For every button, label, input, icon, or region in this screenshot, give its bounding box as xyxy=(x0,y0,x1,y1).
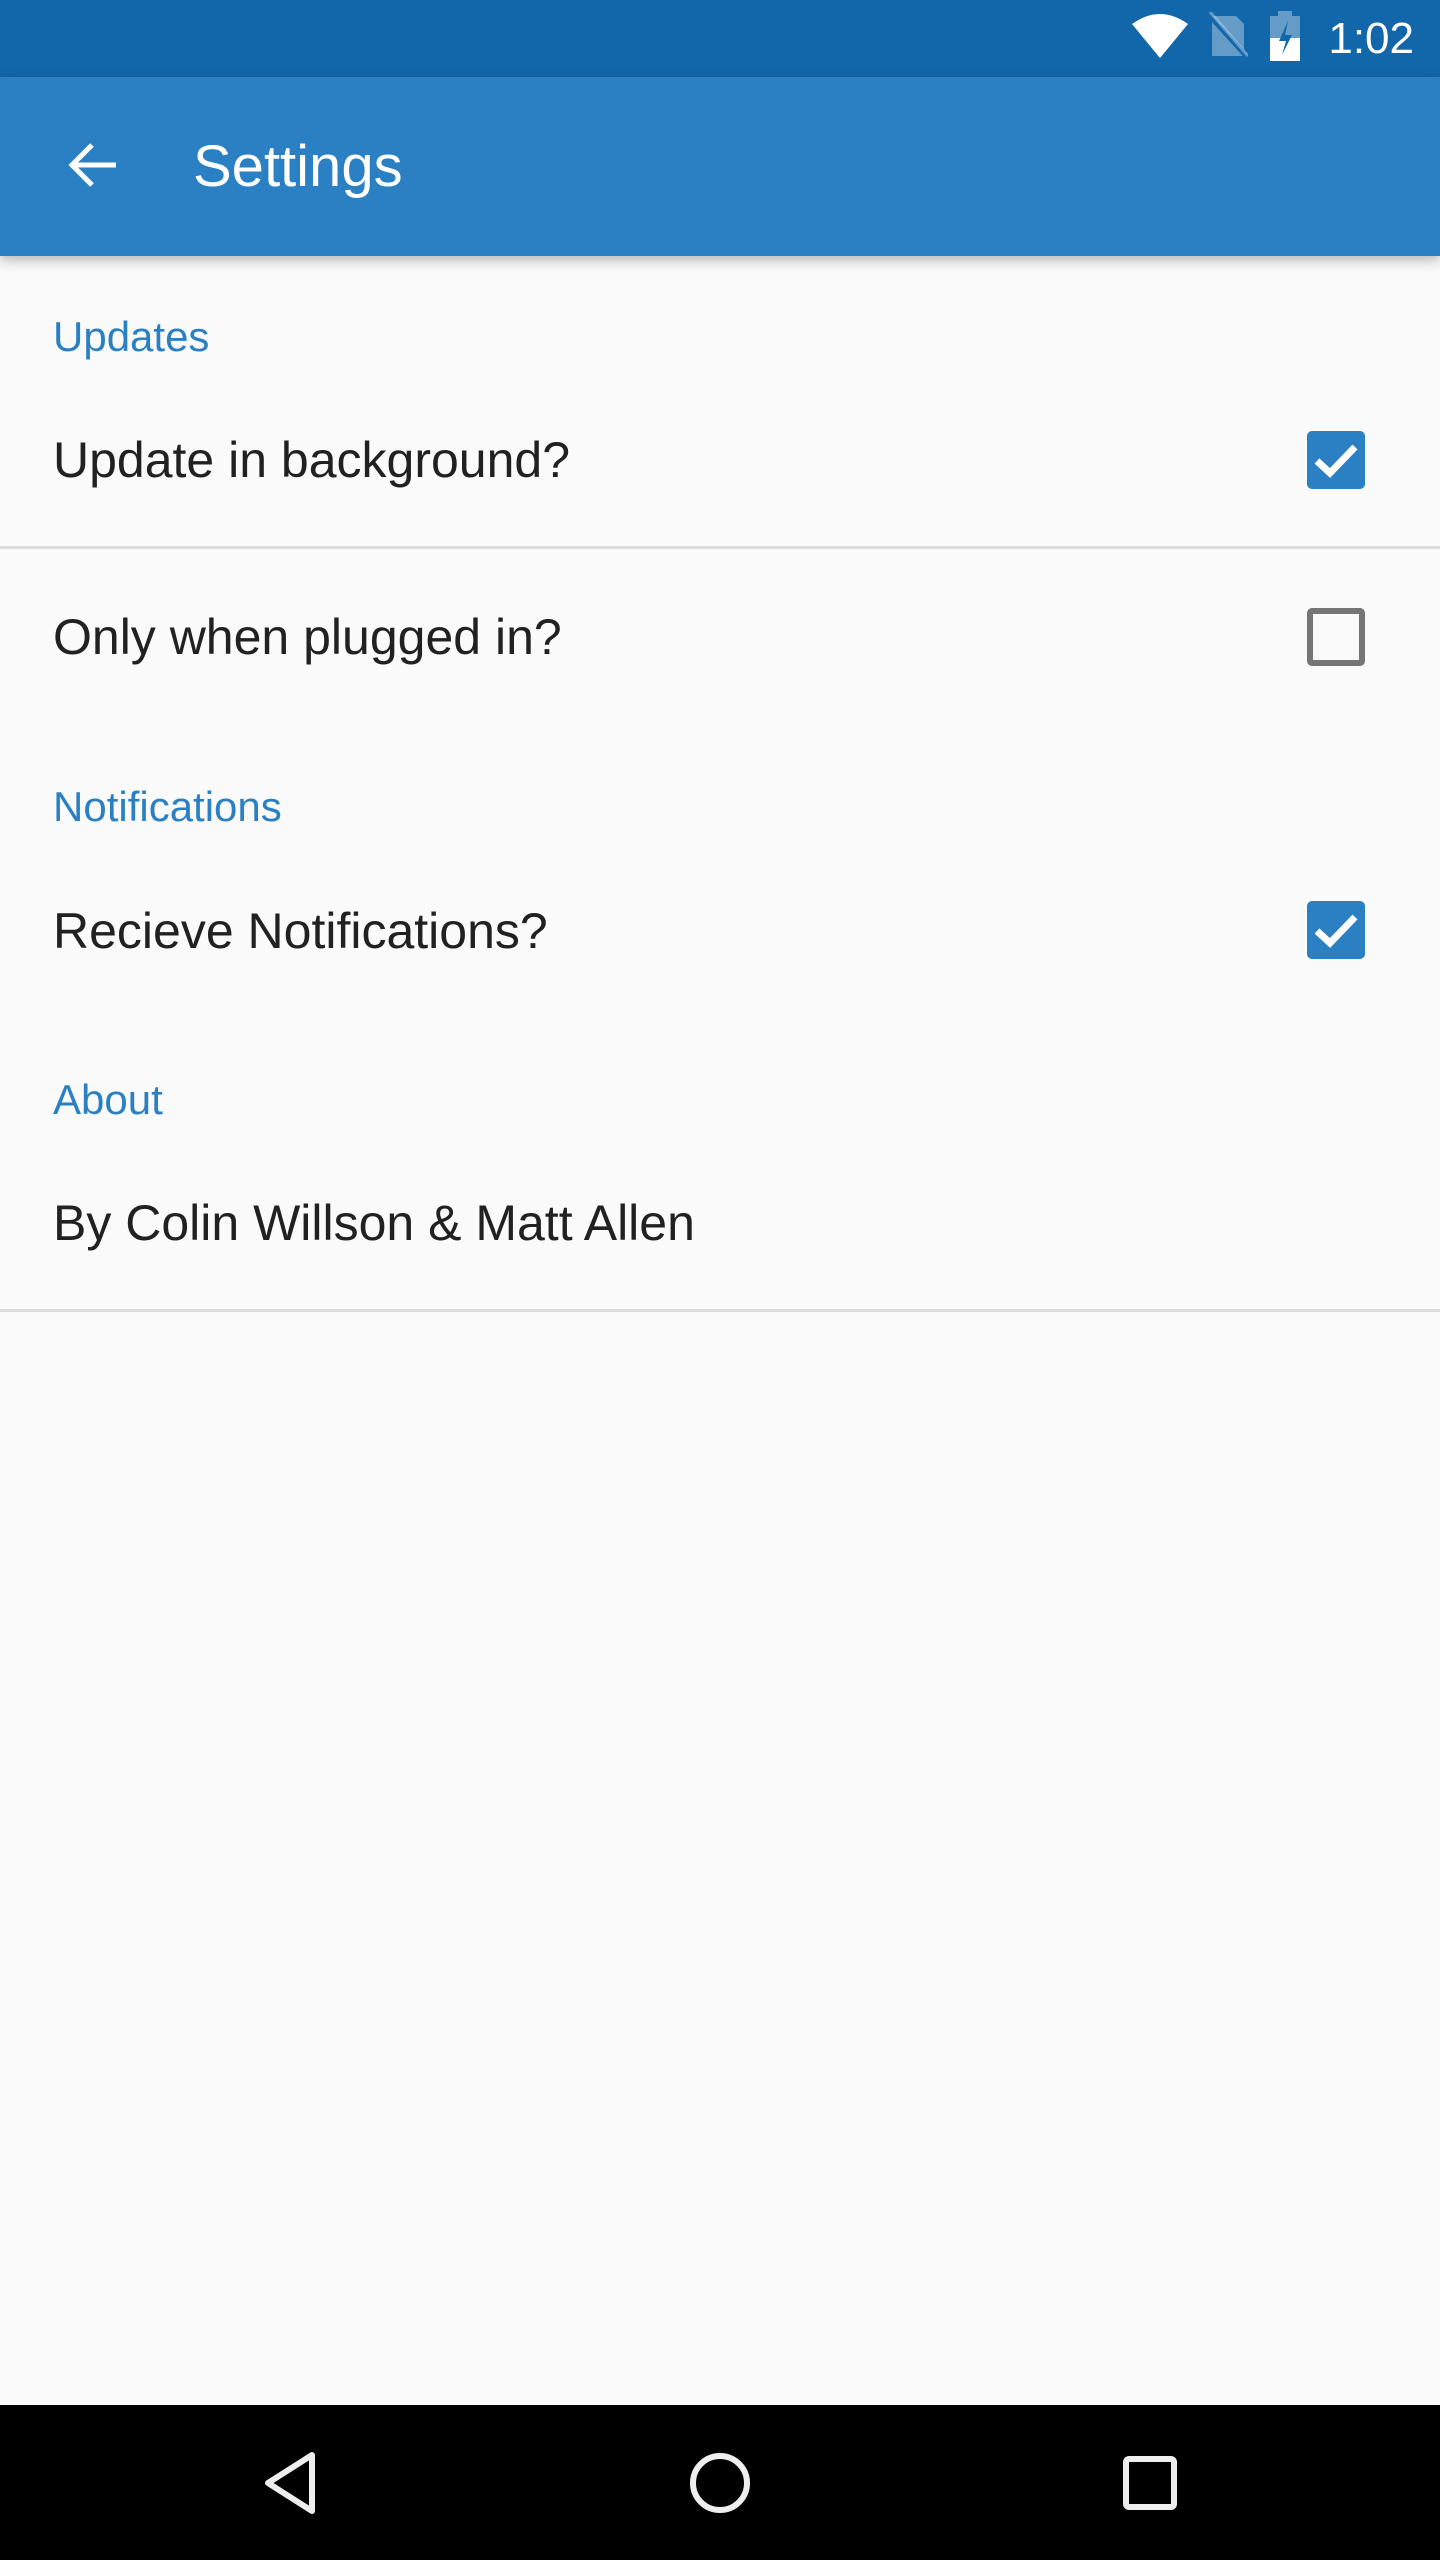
checkbox-only-when-plugged-in[interactable] xyxy=(1307,608,1365,666)
page-title: Settings xyxy=(193,134,403,199)
status-bar: 1:02 xyxy=(0,0,1440,77)
divider xyxy=(0,1309,1440,1312)
arrow-back-icon xyxy=(64,137,120,198)
pref-label: Only when plugged in? xyxy=(53,609,562,665)
category-notifications: Notifications xyxy=(53,783,282,830)
checkmark-icon xyxy=(1314,444,1358,478)
recents-icon xyxy=(1122,2455,1178,2516)
home-icon xyxy=(688,2451,752,2520)
divider xyxy=(0,546,1440,549)
nav-back-button[interactable] xyxy=(230,2435,350,2535)
back-nav-icon xyxy=(260,2451,320,2520)
battery-charging-icon xyxy=(1268,11,1302,66)
status-time: 1:02 xyxy=(1328,13,1414,63)
pref-label: Update in background? xyxy=(53,432,571,488)
category-updates: Updates xyxy=(53,313,210,360)
category-about: About xyxy=(53,1076,163,1123)
status-icons: 1:02 xyxy=(1132,0,1414,77)
checkmark-icon xyxy=(1314,914,1358,948)
app-bar: Settings xyxy=(0,77,1440,256)
pref-label: Recieve Notifications? xyxy=(53,903,548,959)
nav-recents-button[interactable] xyxy=(1090,2435,1210,2535)
checkbox-update-in-background[interactable] xyxy=(1307,431,1365,489)
about-authors[interactable]: By Colin Willson & Matt Allen xyxy=(53,1194,695,1252)
checkbox-receive-notifications[interactable] xyxy=(1307,901,1365,959)
nav-home-button[interactable] xyxy=(660,2435,780,2535)
no-sim-icon xyxy=(1206,11,1251,65)
navigation-bar xyxy=(0,2405,1440,2560)
wifi-icon xyxy=(1132,12,1189,65)
back-button[interactable] xyxy=(52,127,132,207)
